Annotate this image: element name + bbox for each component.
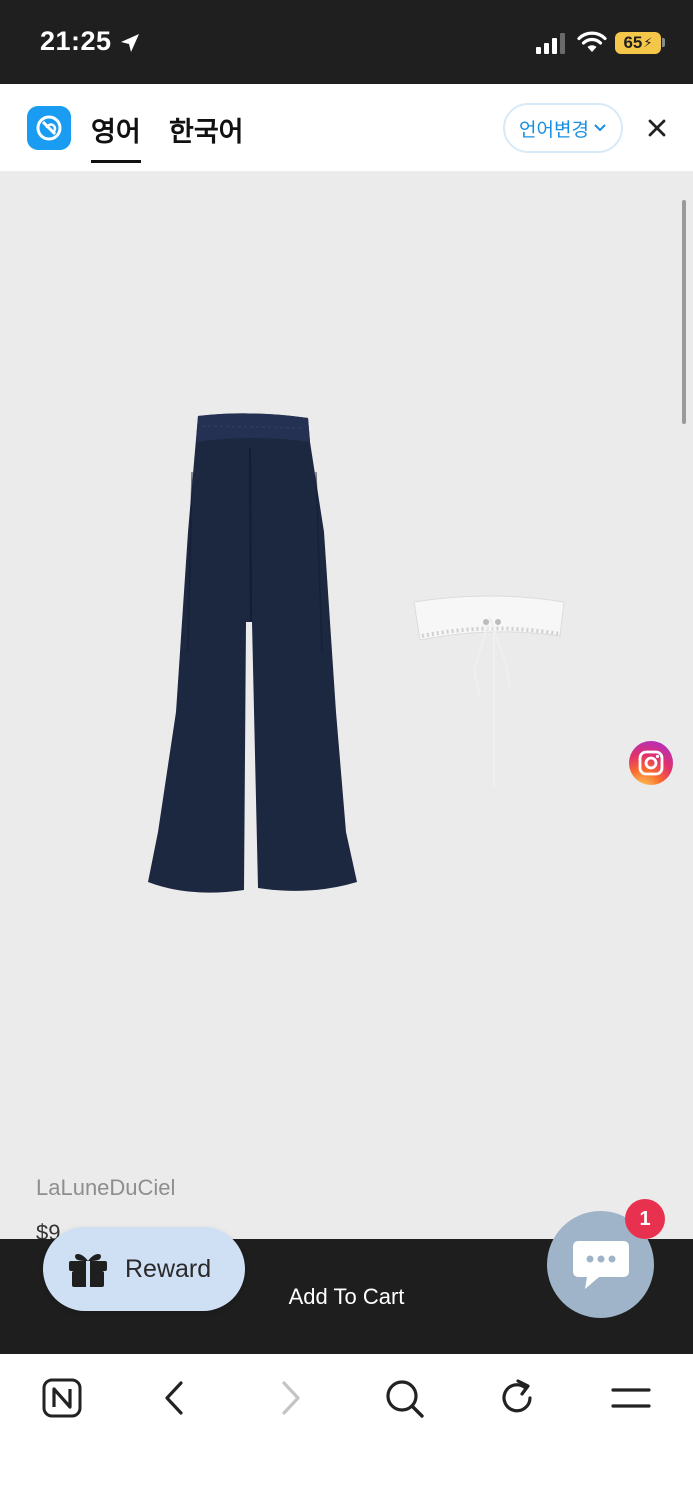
charging-bolt-icon: ⚡ bbox=[643, 35, 653, 50]
gift-icon bbox=[69, 1254, 107, 1287]
chat-bubble-icon bbox=[572, 1240, 629, 1289]
belt-image bbox=[413, 595, 565, 787]
chevron-down-icon bbox=[594, 124, 606, 132]
status-time: 21:25 bbox=[40, 26, 112, 56]
scrollbar[interactable] bbox=[682, 200, 686, 424]
forward-icon[interactable] bbox=[266, 1374, 314, 1422]
menu-icon[interactable] bbox=[607, 1374, 655, 1422]
battery-tip bbox=[662, 38, 665, 47]
battery-level: 65 bbox=[623, 33, 643, 52]
product-brand[interactable]: LaLuneDuCiel bbox=[36, 1175, 175, 1201]
wide-leg-pants-image bbox=[148, 413, 357, 893]
reward-label: Reward bbox=[125, 1254, 212, 1283]
refresh-icon[interactable] bbox=[493, 1374, 541, 1422]
product-image-carousel[interactable] bbox=[0, 172, 693, 1239]
change-language-button[interactable]: 언어변경 bbox=[503, 103, 623, 153]
tab-korean[interactable]: 한국어 bbox=[169, 110, 244, 149]
wifi-icon bbox=[577, 31, 607, 52]
add-to-cart-button[interactable]: Add To Cart bbox=[250, 1280, 443, 1314]
tab-english[interactable]: 영어 bbox=[91, 110, 141, 163]
battery-indicator: 65 ⚡ bbox=[615, 32, 661, 54]
back-icon[interactable] bbox=[151, 1374, 199, 1422]
status-bar: 21:25 65 ⚡ bbox=[0, 0, 693, 84]
instagram-icon[interactable] bbox=[629, 741, 673, 785]
naver-home-icon[interactable] bbox=[38, 1374, 86, 1422]
browser-toolbar bbox=[0, 1354, 693, 1500]
papago-logo-icon[interactable] bbox=[27, 106, 71, 150]
chat-notification-badge: 1 bbox=[625, 1199, 665, 1239]
cellular-signal-icon bbox=[536, 33, 565, 54]
close-icon[interactable] bbox=[641, 112, 673, 144]
translate-bar: 영어 한국어 언어변경 bbox=[0, 84, 693, 172]
reward-button[interactable]: Reward bbox=[43, 1227, 245, 1311]
change-language-label: 언어변경 bbox=[519, 119, 589, 141]
location-arrow-icon bbox=[121, 34, 139, 52]
search-icon[interactable] bbox=[380, 1374, 428, 1422]
